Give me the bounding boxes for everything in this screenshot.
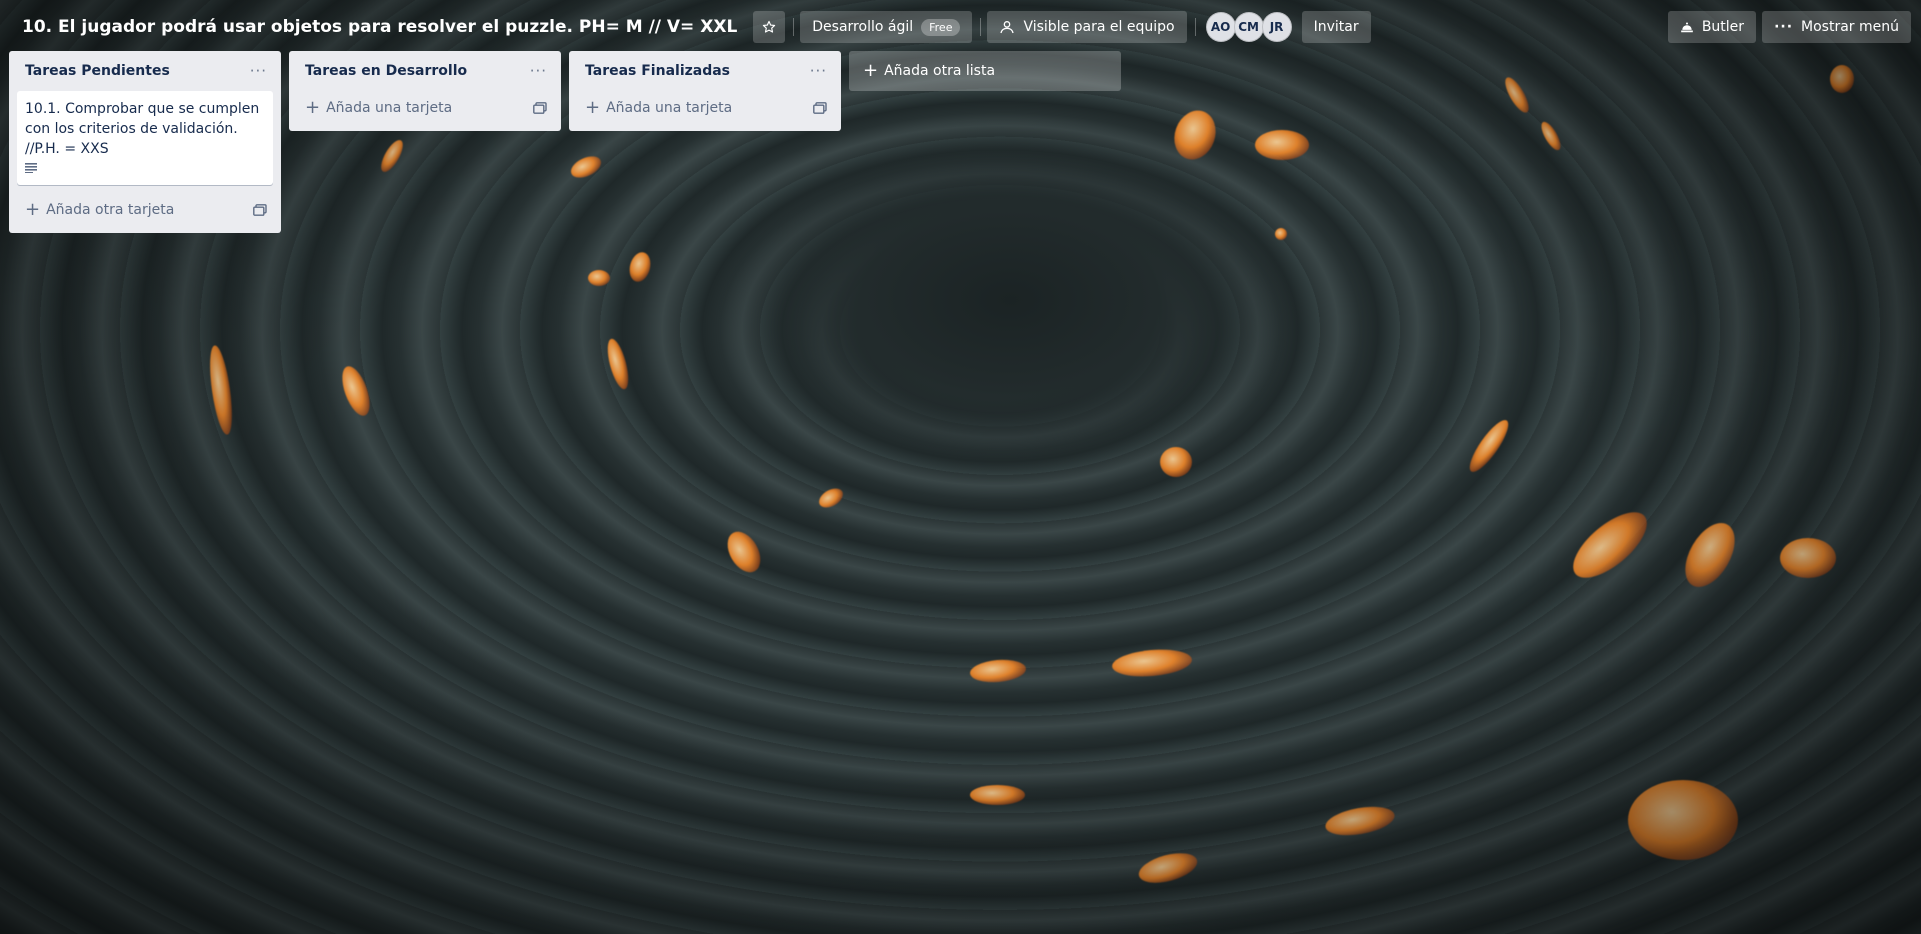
more-dots-icon: ···	[1774, 19, 1794, 35]
butler-icon	[1680, 22, 1693, 33]
board-header: 10. El jugador podrá usar objetos para r…	[0, 0, 1921, 54]
plus-icon: +	[305, 97, 321, 118]
list-title[interactable]: Tareas Finalizadas	[585, 63, 730, 79]
star-icon	[763, 20, 776, 33]
workspace-plan-badge: Free	[921, 18, 961, 36]
butler-button[interactable]: Butler	[1667, 11, 1757, 43]
avatar[interactable]: AO	[1205, 12, 1236, 42]
avatar[interactable]: JR	[1261, 12, 1292, 42]
star-button[interactable]	[753, 11, 786, 43]
show-menu-button[interactable]: ··· Mostrar menú	[1762, 11, 1911, 43]
plus-icon: +	[863, 60, 879, 81]
visibility-label: Visible para el equipo	[1023, 19, 1175, 35]
list-tareas-finalizadas: Tareas Finalizadas ··· + Añada una tarje…	[569, 51, 841, 131]
add-list-button[interactable]: + Añada otra lista	[849, 51, 1121, 91]
add-list-label: Añada otra lista	[884, 63, 996, 79]
list-title[interactable]: Tareas en Desarrollo	[305, 63, 467, 79]
avatar[interactable]: CM	[1233, 12, 1264, 42]
add-card-label: Añada una tarjeta	[326, 100, 453, 116]
butler-label: Butler	[1701, 19, 1745, 35]
list-header[interactable]: Tareas Pendientes ···	[17, 51, 273, 91]
list-menu-icon[interactable]: ···	[530, 62, 547, 80]
card-title: 10.1. Comprobar que se cumplen con los c…	[25, 101, 260, 157]
invite-button[interactable]: Invitar	[1301, 11, 1371, 43]
workspace-label: Desarrollo ágil	[812, 19, 914, 35]
template-icon[interactable]	[533, 102, 547, 114]
add-card-label: Añada una tarjeta	[606, 100, 733, 116]
team-icon	[1000, 21, 1015, 34]
card[interactable]: 10.1. Comprobar que se cumplen con los c…	[17, 91, 273, 185]
header-divider	[793, 18, 795, 36]
template-icon[interactable]	[813, 102, 827, 114]
add-card-button[interactable]: + Añada otra tarjeta	[17, 193, 273, 227]
list-title[interactable]: Tareas Pendientes	[25, 63, 170, 79]
workspace-button[interactable]: Desarrollo ágil Free	[800, 11, 973, 43]
board-lists: Tareas Pendientes ··· 10.1. Comprobar qu…	[9, 51, 1121, 233]
description-icon	[25, 163, 37, 173]
plus-icon: +	[25, 199, 41, 220]
list-menu-icon[interactable]: ···	[810, 62, 827, 80]
add-card-button[interactable]: + Añada una tarjeta	[297, 91, 553, 125]
add-card-label: Añada otra tarjeta	[46, 202, 175, 218]
plus-icon: +	[585, 97, 601, 118]
list-menu-icon[interactable]: ···	[250, 62, 267, 80]
template-icon[interactable]	[253, 204, 267, 216]
list-header[interactable]: Tareas en Desarrollo ···	[297, 51, 553, 91]
list-tareas-en-desarrollo: Tareas en Desarrollo ··· + Añada una tar…	[289, 51, 561, 131]
add-card-button[interactable]: + Añada una tarjeta	[577, 91, 833, 125]
header-divider	[1194, 18, 1196, 36]
list-tareas-pendientes: Tareas Pendientes ··· 10.1. Comprobar qu…	[9, 51, 281, 233]
member-avatars: AO CM JR	[1205, 12, 1292, 42]
show-menu-label: Mostrar menú	[1801, 19, 1899, 35]
list-header[interactable]: Tareas Finalizadas ···	[577, 51, 833, 91]
header-divider	[980, 18, 982, 36]
board-title[interactable]: 10. El jugador podrá usar objetos para r…	[22, 17, 737, 37]
header-right: Butler ··· Mostrar menú	[1667, 11, 1911, 43]
visibility-button[interactable]: Visible para el equipo	[987, 11, 1187, 43]
